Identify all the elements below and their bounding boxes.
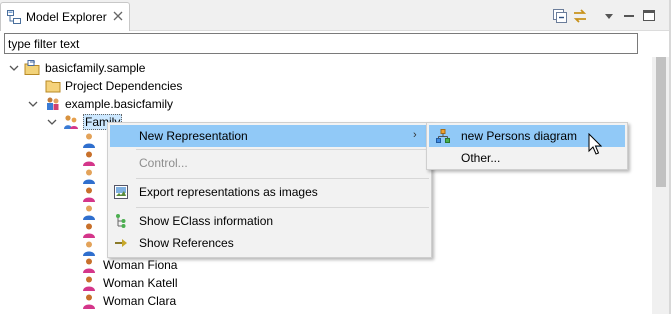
- link-with-editor-icon[interactable]: [571, 7, 589, 25]
- collapse-all-icon[interactable]: [551, 7, 569, 25]
- view-tab-bar: Model Explorer: [0, 0, 671, 31]
- tree-item-label: Woman Clara: [103, 294, 177, 308]
- family-icon: [64, 115, 78, 129]
- menu-item-label: Control...: [139, 156, 188, 170]
- menu-item-label: Show EClass information: [139, 214, 274, 228]
- woman-icon[interactable]: [81, 150, 97, 166]
- chevron-down-icon[interactable]: [28, 99, 38, 109]
- submenu-arrow-icon: ›: [413, 129, 417, 141]
- menu-item-new-representation[interactable]: New Representation ›: [110, 125, 429, 147]
- menu-item-label: New Representation: [139, 129, 248, 143]
- minimize-icon[interactable]: [620, 7, 638, 25]
- menu-item-label: new Persons diagram: [461, 129, 578, 143]
- tree-item-woman[interactable]: Woman Katell: [0, 274, 300, 292]
- menu-separator: [136, 178, 429, 179]
- folder-icon: [45, 80, 61, 93]
- tree-item-label: example.basicfamily: [65, 97, 174, 111]
- man-icon[interactable]: [81, 168, 97, 184]
- model-explorer-icon: [7, 10, 21, 24]
- filter-input[interactable]: [4, 33, 638, 54]
- chevron-down-icon[interactable]: [9, 63, 19, 73]
- woman-icon: [83, 294, 95, 309]
- context-menu: New Representation › Control... Export r…: [107, 122, 432, 258]
- woman-icon: [83, 258, 95, 273]
- close-icon[interactable]: [112, 10, 124, 22]
- project-icon: [24, 60, 40, 75]
- tree-item-woman[interactable]: Woman Fiona: [0, 256, 300, 274]
- menu-item-export-images[interactable]: Export representations as images: [110, 181, 429, 203]
- export-image-icon: [114, 185, 128, 199]
- man-icon[interactable]: [81, 240, 97, 256]
- view-menu-icon[interactable]: [600, 7, 618, 25]
- tree-item-label: Project Dependencies: [65, 79, 183, 93]
- tree-item-label: Woman Fiona: [103, 258, 178, 272]
- tab-model-explorer[interactable]: Model Explorer: [0, 2, 130, 31]
- tree-item-project[interactable]: basicfamily.sample: [0, 59, 300, 77]
- woman-icon[interactable]: [81, 186, 97, 202]
- woman-icon[interactable]: [81, 222, 97, 238]
- maximize-icon[interactable]: [640, 7, 658, 25]
- menu-item-label: Export representations as images: [139, 185, 318, 199]
- menu-item-show-eclass[interactable]: Show EClass information: [110, 210, 429, 232]
- scrollbar-thumb[interactable]: [656, 57, 666, 187]
- chevron-down-icon[interactable]: [47, 117, 57, 127]
- tree-item-label: basicfamily.sample: [45, 61, 146, 75]
- tab-label: Model Explorer: [26, 10, 107, 24]
- menu-item-control[interactable]: Control...: [110, 152, 429, 174]
- tree-item-woman[interactable]: Woman Clara: [0, 292, 300, 310]
- menu-item-label: Other...: [461, 151, 501, 165]
- vertical-scrollbar[interactable]: [652, 57, 670, 314]
- resource-icon: [47, 97, 59, 110]
- menu-separator: [136, 207, 429, 208]
- tree-item-resource[interactable]: example.basicfamily: [0, 95, 300, 113]
- woman-icon: [83, 276, 95, 291]
- menu-separator: [136, 149, 429, 150]
- menu-item-show-references[interactable]: Show References: [110, 232, 429, 254]
- man-icon[interactable]: [81, 132, 97, 148]
- mouse-cursor-icon: [588, 133, 602, 155]
- tree-item-dependencies[interactable]: Project Dependencies: [0, 77, 300, 95]
- diagram-icon: [436, 129, 450, 143]
- man-icon[interactable]: [81, 204, 97, 220]
- tree-item-label: Woman Katell: [103, 276, 178, 290]
- eclass-tree-icon: [116, 214, 126, 228]
- references-arrow-icon: [115, 239, 127, 247]
- menu-item-label: Show References: [139, 236, 234, 250]
